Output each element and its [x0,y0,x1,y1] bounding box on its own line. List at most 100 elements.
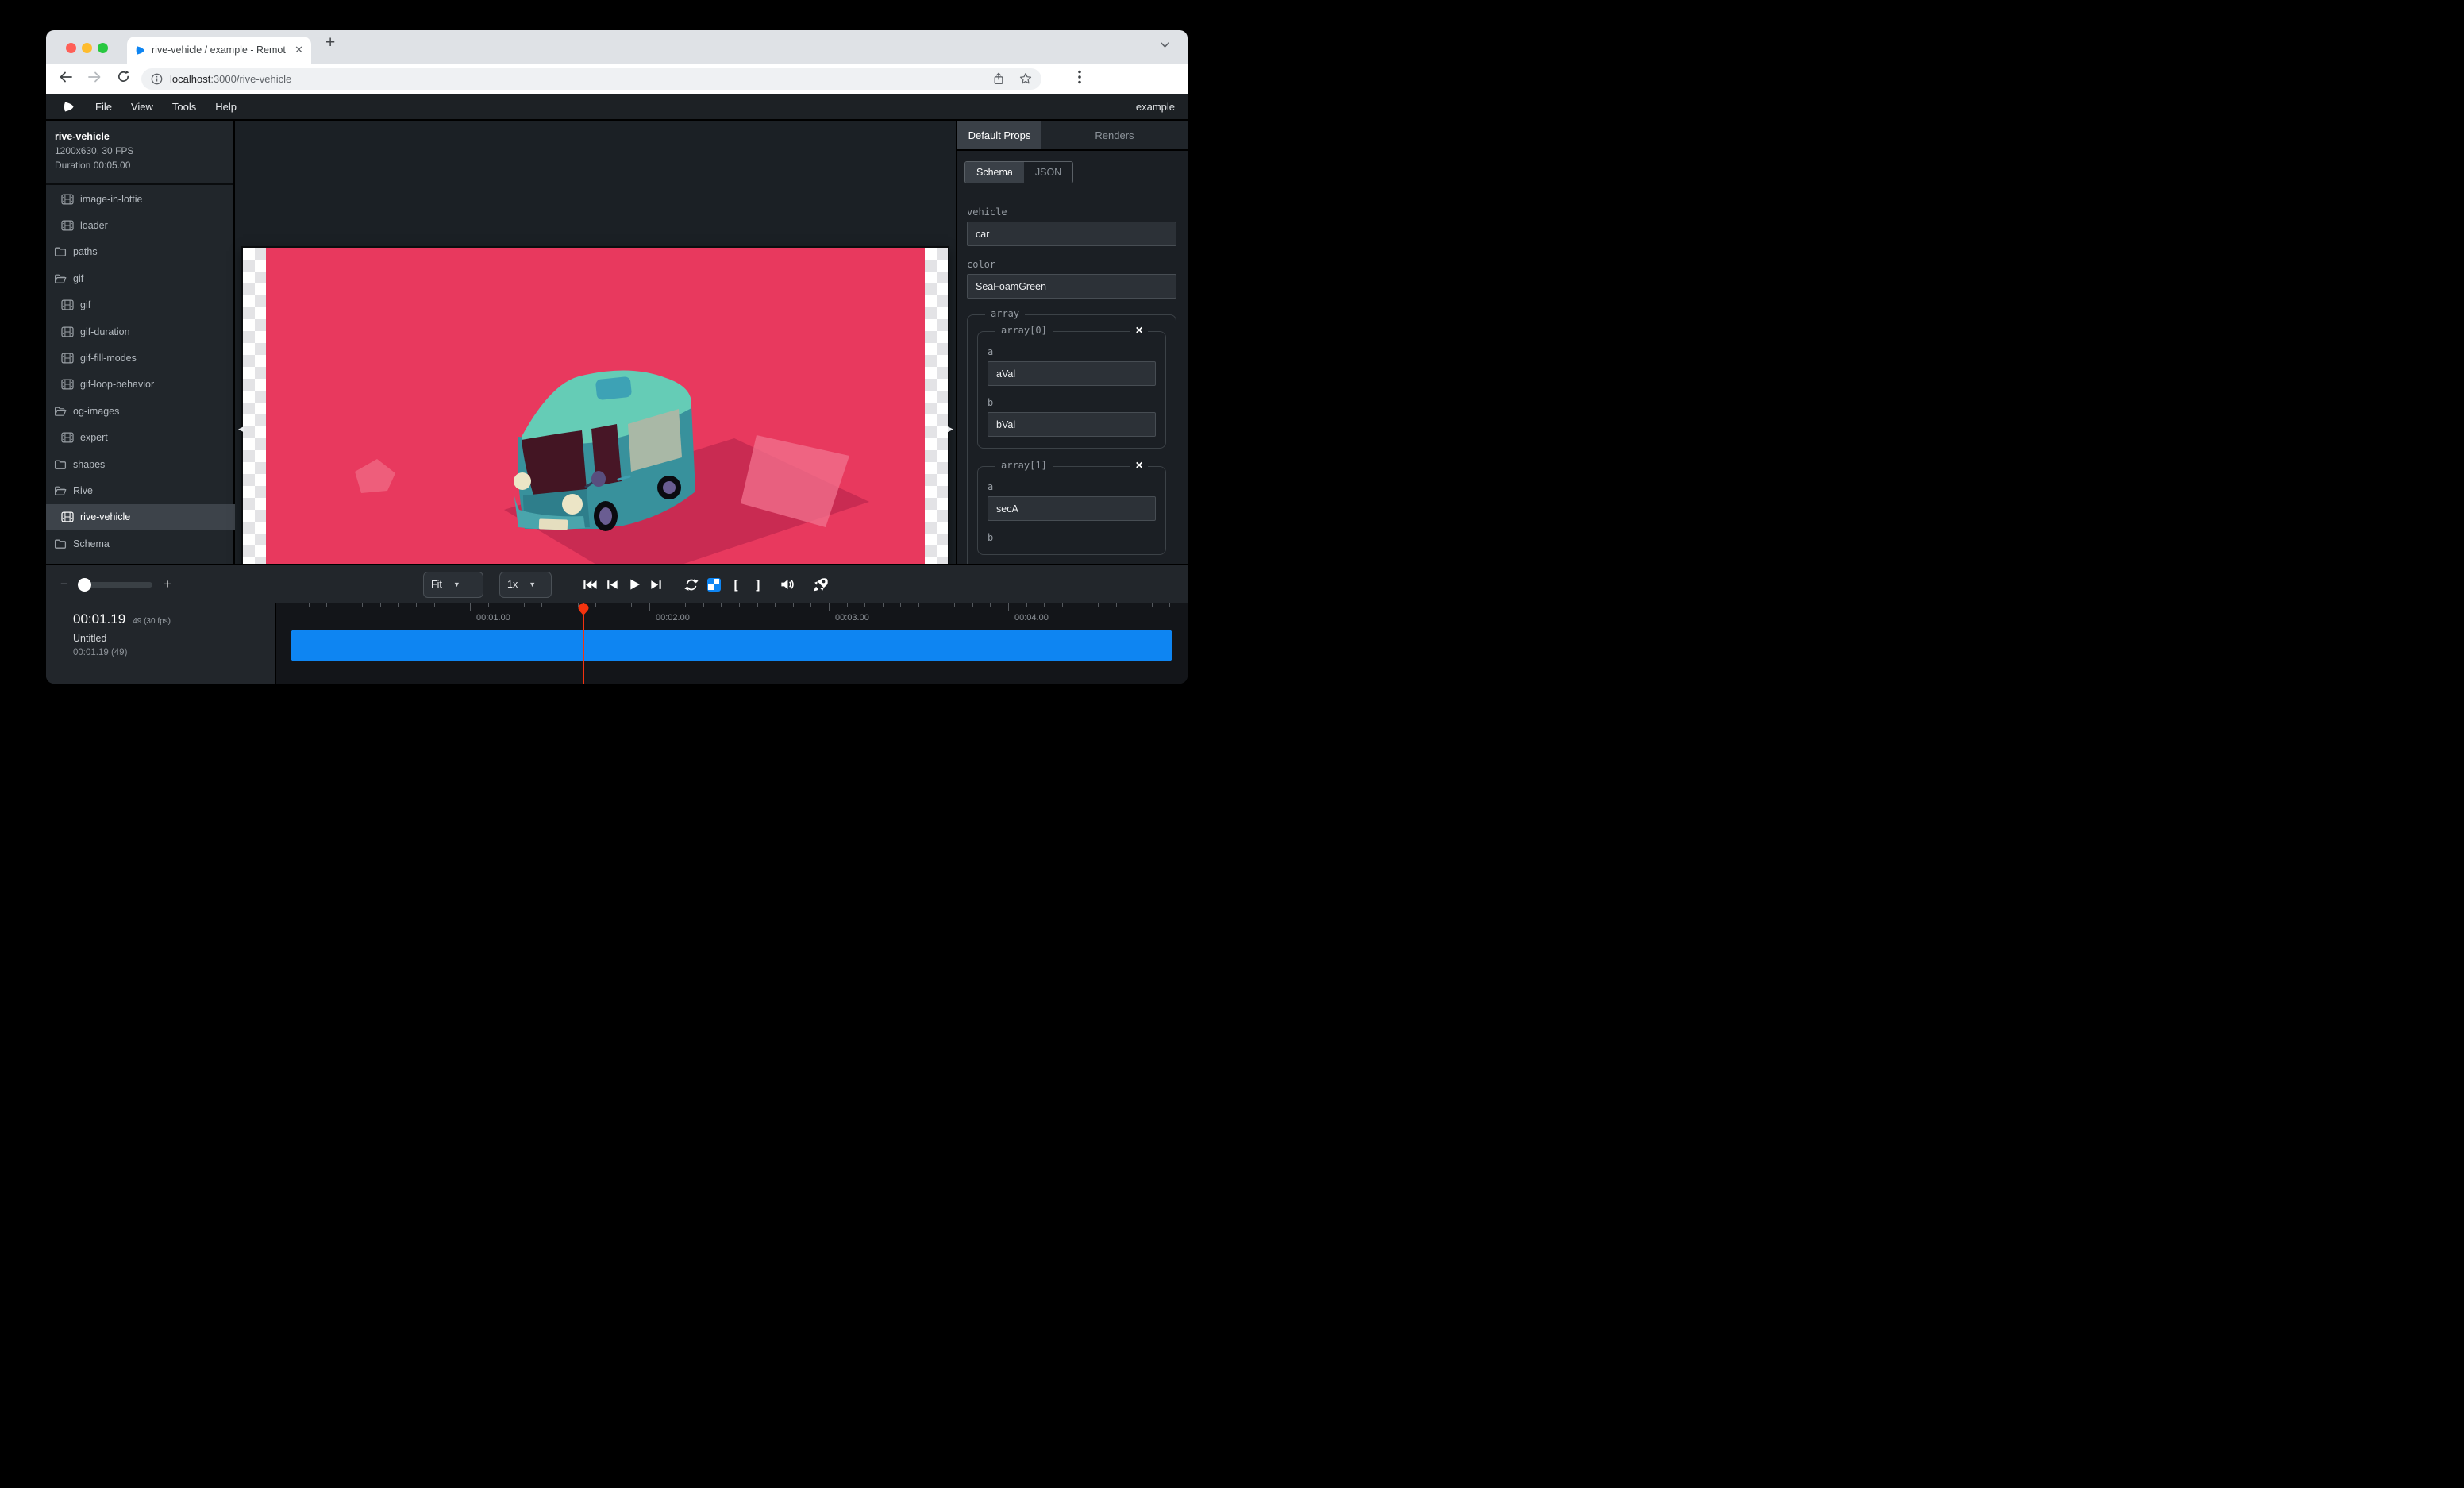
ruler-tick [1008,603,1009,611]
volume-icon[interactable] [780,578,795,591]
ruler-tick [685,603,686,607]
rocket-icon[interactable] [814,577,828,592]
playhead-marker[interactable] [578,603,589,620]
menu-item-view[interactable]: View [121,101,163,113]
chevron-down-icon: ▼ [529,580,536,588]
browser-tab[interactable]: rive-vehicle / example - Remot ✕ [127,37,311,64]
tab-search-chevron-icon[interactable] [1160,40,1170,54]
loop-icon[interactable] [684,578,699,592]
back-icon[interactable] [57,71,75,87]
maximize-window-button[interactable] [98,43,108,53]
zoom-out-button[interactable]: − [60,576,68,592]
forward-icon[interactable] [86,71,103,87]
sidebar-item-og-images[interactable]: og-images [46,398,235,424]
ruler-tick [757,603,758,607]
ruler-label: 00:02.00 [656,613,690,623]
zoom-slider[interactable] [79,582,152,588]
zoom-slider-knob[interactable] [78,578,91,592]
ruler-tick [434,603,435,607]
sidebar-item-shapes[interactable]: shapes [46,451,235,477]
a-input[interactable]: aVal [988,361,1156,386]
out-point-icon[interactable]: ] [751,577,765,592]
sidebar-item-gif[interactable]: gif [46,292,235,318]
fit-dropdown[interactable]: Fit▼ [423,572,483,598]
reload-icon[interactable] [114,70,132,87]
array-item-fieldset-1: array[1]✕asecAb [977,466,1166,555]
ruler-label: 00:04.00 [1014,613,1049,623]
folder-open-icon [54,485,67,496]
array-item-label: array[0] [995,325,1053,336]
folder-open-icon [54,406,67,417]
sidebar-item-label: gif-fill-modes [80,353,137,364]
sidebar-item-rive-vehicle[interactable]: rive-vehicle [46,504,235,530]
tab-default-props[interactable]: Default Props [957,121,1041,149]
menu-item-tools[interactable]: Tools [163,101,206,113]
sidebar-item-gif-duration[interactable]: gif-duration [46,318,235,345]
folder-icon [54,459,67,470]
new-tab-button[interactable]: + [325,33,335,52]
playback-speed-dropdown[interactable]: 1x▼ [499,572,552,598]
sidebar-item-label: og-images [73,406,119,417]
menu-item-file[interactable]: File [86,101,121,113]
bookmark-star-icon[interactable] [1019,72,1032,85]
ruler-tick [829,603,830,611]
in-point-icon[interactable]: [ [729,577,743,592]
mode-tab-json[interactable]: JSON [1024,162,1072,183]
transparency-checkerboard-icon[interactable] [706,578,721,592]
zoom-in-button[interactable]: + [164,576,171,592]
skip-to-start-icon[interactable] [583,579,597,591]
tab-title: rive-vehicle / example - Remot [152,44,288,56]
sidebar-item-label: image-in-lottie [80,194,143,205]
project-info: rive-vehicle 1200x630, 30 FPS Duration 0… [46,121,233,185]
compositions-sidebar: rive-vehicle 1200x630, 30 FPS Duration 0… [46,121,235,564]
sidebar-item-label: rive-vehicle [80,511,130,522]
sidebar-item-label: expert [80,432,108,443]
film-icon [61,432,74,443]
share-icon[interactable] [993,72,1004,85]
app-menu-bar: FileViewToolsHelp example [46,94,1188,121]
ruler-tick [1116,603,1117,607]
sidebar-item-image-in-lottie[interactable]: image-in-lottie [46,186,235,212]
remotion-logo-icon[interactable] [63,101,75,113]
current-timecode: 00:01.19 [73,611,125,626]
ruler-tick [721,603,722,607]
browser-toolbar: localhost:3000/rive-vehicle [46,64,1188,94]
remove-array-item-icon[interactable]: ✕ [1130,325,1148,336]
tab-close-icon[interactable]: ✕ [295,44,303,56]
mode-tab-schema[interactable]: Schema [965,162,1024,183]
menu-item-help[interactable]: Help [206,101,246,113]
minimize-window-button[interactable] [82,43,92,53]
color-input[interactable]: SeaFoamGreen [967,274,1176,299]
close-window-button[interactable] [66,43,76,53]
a-input[interactable]: secA [988,496,1156,521]
remove-array-item-icon[interactable]: ✕ [1130,460,1148,471]
sidebar-item-gif-loop-behavior[interactable]: gif-loop-behavior [46,372,235,398]
sidebar-item-paths[interactable]: paths [46,239,235,265]
sidebar-item-rive[interactable]: Rive [46,477,235,503]
collapse-right-panel-icon[interactable]: ▶ [948,424,953,434]
ruler-tick [793,603,794,607]
tab-renders[interactable]: Renders [1041,121,1188,149]
browser-menu-icon[interactable] [1078,70,1081,88]
b-input[interactable]: bVal [988,412,1156,437]
sidebar-item-loader[interactable]: loader [46,212,235,238]
sidebar-item-gif-fill-modes[interactable]: gif-fill-modes [46,345,235,371]
site-info-icon[interactable] [151,73,163,85]
sidebar-item-schema[interactable]: Schema [46,530,235,557]
vehicle-label: vehicle [967,206,1176,218]
timeline-track-area[interactable]: 00:01.0000:02.0000:03.0000:04.00 [278,603,1188,684]
play-icon[interactable] [627,578,641,591]
timeline-sequence-bar[interactable] [291,630,1172,661]
ruler-tick [470,603,471,611]
address-bar[interactable]: localhost:3000/rive-vehicle [141,68,1041,90]
sidebar-item-expert[interactable]: expert [46,425,235,451]
ruler-tick [847,603,848,607]
props-panel: Default PropsRenders SchemaJSON vehicle c… [956,121,1188,564]
sidebar-item-gif[interactable]: gif [46,265,235,291]
next-frame-icon[interactable] [649,579,664,591]
previous-frame-icon[interactable] [605,579,619,591]
ruler-tick [775,603,776,607]
collapse-left-panel-icon[interactable]: ◀ [238,424,244,434]
vehicle-illustration [266,248,925,615]
vehicle-input[interactable]: car [967,222,1176,246]
